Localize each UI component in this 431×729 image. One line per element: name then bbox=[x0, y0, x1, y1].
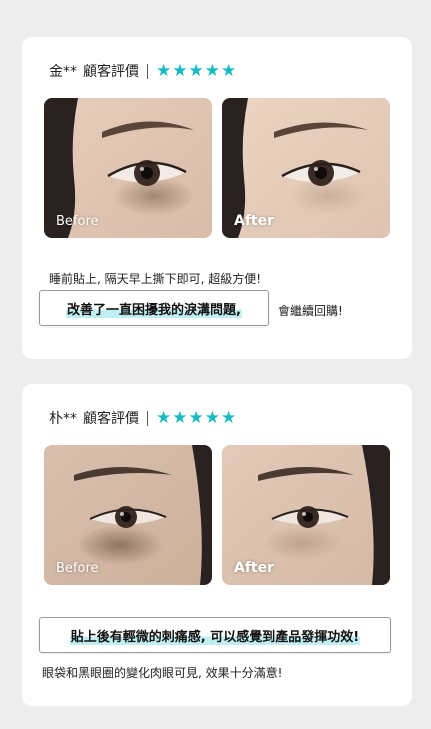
star-icon: ★ bbox=[221, 60, 237, 81]
after-label: After bbox=[234, 560, 275, 576]
header-divider bbox=[147, 410, 148, 426]
review-tail-text: 會繼續回購! bbox=[278, 304, 343, 318]
highlight-box: 貼上後有輕微的刺痛感, 可以感覺到產品發揮功效! bbox=[39, 617, 391, 653]
review-text: 睡前貼上, 隔天早上撕下即可, 超級方便! bbox=[49, 272, 262, 286]
star-icon: ★ bbox=[172, 407, 188, 428]
star-icon: ★ bbox=[172, 60, 188, 81]
review-card-1: 金** 顧客評價 ★ ★ ★ ★ ★ Before After 睡前貼上, 隔天… bbox=[22, 37, 412, 359]
before-photo: Before bbox=[44, 445, 212, 585]
review-text: 眼袋和黑眼圈的變化肉眼可見, 效果十分滿意! bbox=[42, 666, 283, 680]
after-label: After bbox=[234, 213, 275, 229]
highlight-text: 改善了一直困擾我的淚溝問題, bbox=[66, 298, 242, 318]
after-photo: After bbox=[222, 445, 390, 585]
reviewer-name: 朴** bbox=[49, 411, 77, 427]
star-icon: ★ bbox=[188, 60, 204, 81]
star-icon: ★ bbox=[204, 407, 220, 428]
star-rating: ★ ★ ★ ★ ★ bbox=[156, 407, 237, 428]
before-label: Before bbox=[56, 214, 99, 229]
star-rating: ★ ★ ★ ★ ★ bbox=[156, 60, 237, 81]
star-icon: ★ bbox=[156, 60, 172, 81]
review-label: 顧客評價 bbox=[83, 64, 139, 80]
highlight-text: 貼上後有輕微的刺痛感, 可以感覺到產品發揮功效! bbox=[69, 625, 361, 645]
review-label: 顧客評價 bbox=[83, 411, 139, 427]
before-photo: Before bbox=[44, 98, 212, 238]
review-header: 金** 顧客評價 ★ ★ ★ ★ ★ bbox=[49, 61, 236, 81]
star-icon: ★ bbox=[221, 407, 237, 428]
star-icon: ★ bbox=[204, 60, 220, 81]
review-header: 朴** 顧客評價 ★ ★ ★ ★ ★ bbox=[49, 408, 236, 428]
reviewer-name: 金** bbox=[49, 64, 77, 80]
after-photo: After bbox=[222, 98, 390, 238]
header-divider bbox=[147, 63, 148, 79]
highlight-box: 改善了一直困擾我的淚溝問題, bbox=[39, 290, 269, 326]
star-icon: ★ bbox=[188, 407, 204, 428]
review-card-2: 朴** 顧客評價 ★ ★ ★ ★ ★ Before After 貼上後有輕微的刺… bbox=[22, 384, 412, 706]
star-icon: ★ bbox=[156, 407, 172, 428]
before-label: Before bbox=[56, 561, 99, 576]
